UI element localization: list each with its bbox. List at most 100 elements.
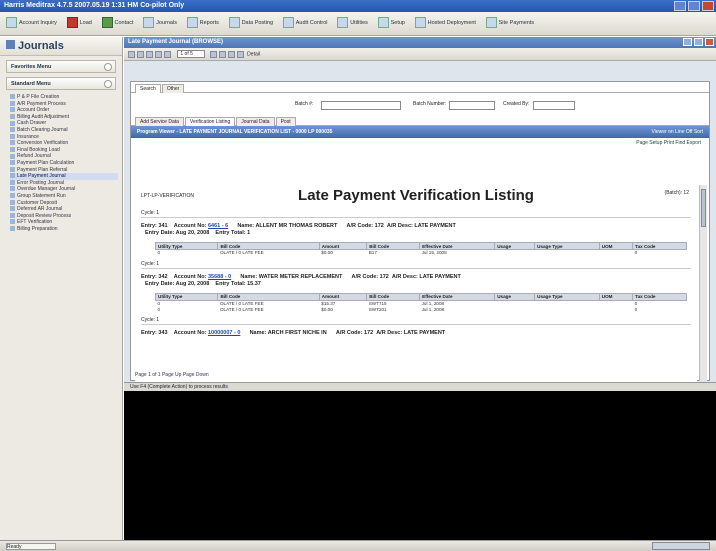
column-header: Amount bbox=[318, 242, 368, 250]
cycle-label: Cycle: 1 bbox=[141, 317, 691, 325]
batch-input[interactable] bbox=[321, 101, 401, 110]
close-icon[interactable] bbox=[705, 38, 714, 46]
entry-date-line bbox=[145, 337, 151, 343]
tree-item[interactable]: Payment Plan Calculation bbox=[10, 160, 118, 167]
entry-block: Entry: 342 Account No: 35688 - 0 Name: W… bbox=[141, 274, 691, 290]
favorites-menu[interactable]: Favorites Menu bbox=[6, 60, 116, 73]
standard-menu[interactable]: Standard Menu bbox=[6, 77, 116, 90]
report-body: LPT-LP-VERIFICATION Late Payment Verific… bbox=[135, 185, 697, 385]
account-link[interactable]: 35688 - 0 bbox=[208, 274, 231, 280]
report-pager[interactable]: Page 1 of 1 Page Up Page Down bbox=[135, 372, 209, 378]
tree-item[interactable]: Billing Audit Adjustment bbox=[10, 114, 118, 121]
column-header: Tax Code bbox=[632, 292, 687, 301]
document-icon bbox=[10, 127, 15, 133]
toolbar-hosted-deployment[interactable]: Hosted Deployment bbox=[412, 16, 479, 31]
print-icon[interactable] bbox=[155, 50, 162, 58]
entry-date-line: Entry Date: Aug 20, 2008 Entry Total: 1 bbox=[145, 230, 250, 236]
page-indicator[interactable]: 1 of 5 bbox=[177, 50, 206, 58]
collapse-icon[interactable] bbox=[104, 63, 112, 71]
tree-item[interactable]: EFT Verification bbox=[10, 219, 118, 226]
tree-item[interactable]: Final Booking Load bbox=[10, 147, 118, 154]
account-link[interactable]: 10000007 - 0 bbox=[208, 330, 240, 336]
report-tools[interactable]: Page Setup Print Find Export bbox=[131, 138, 709, 147]
batch-number-label: Batch Number: bbox=[413, 101, 447, 107]
tree-item[interactable]: A/R Payment Process bbox=[10, 101, 118, 108]
main-toolbar: Account Inquiry Load Contact Journals Re… bbox=[0, 12, 716, 36]
table-cell bbox=[495, 250, 535, 256]
first-page-icon[interactable] bbox=[128, 50, 135, 58]
tab-journal-data[interactable]: Journal Data bbox=[236, 117, 275, 126]
prev-page-icon[interactable] bbox=[137, 50, 144, 58]
toolbar-audit-control[interactable]: Audit Control bbox=[280, 16, 331, 31]
column-header: Bill Code bbox=[366, 292, 421, 301]
toolbar-reports[interactable]: Reports bbox=[184, 16, 222, 31]
tree-item[interactable]: Batch Clearing Journal bbox=[10, 127, 118, 134]
tree-item[interactable]: Deferred AR Journal bbox=[10, 206, 118, 213]
close-icon[interactable] bbox=[702, 1, 714, 11]
tree-item[interactable]: Late Payment Journal bbox=[10, 173, 118, 180]
column-header: Effective Date bbox=[419, 242, 496, 250]
maximize-icon[interactable] bbox=[694, 38, 703, 46]
minimize-icon[interactable] bbox=[683, 38, 692, 46]
entry-total: Entry Total: 1 bbox=[215, 230, 251, 236]
tab-post[interactable]: Post bbox=[275, 117, 296, 126]
tree-item[interactable]: Cash Drawer bbox=[10, 120, 118, 127]
toolbar-account-inquiry[interactable]: Account Inquiry bbox=[3, 16, 60, 31]
tree-item[interactable]: Error Posting Journal bbox=[10, 180, 118, 187]
toolbar-data-posting[interactable]: Data Posting bbox=[226, 16, 277, 31]
table-cell bbox=[599, 250, 632, 256]
toolbar-contact[interactable]: Contact bbox=[99, 16, 137, 31]
account-name: Name: ARCH FIRST NICHE IN bbox=[249, 330, 327, 336]
tab-verification-listing[interactable]: Verification Listing bbox=[184, 117, 236, 126]
column-header: Bill Code bbox=[366, 242, 421, 250]
tab-add-service-data[interactable]: Add Service Data bbox=[135, 117, 184, 126]
tree-item[interactable]: Overdue Manager Journal bbox=[10, 186, 118, 193]
ar-code: A/R Code: 172 bbox=[351, 273, 389, 280]
toolbar-site-payments[interactable]: Site Payments bbox=[483, 16, 537, 31]
tree-item[interactable]: Refund Journal bbox=[10, 153, 118, 160]
zoom-icon[interactable] bbox=[236, 50, 244, 58]
tree-item[interactable]: Group Statement Run bbox=[10, 193, 118, 200]
created-by-input[interactable] bbox=[533, 101, 575, 110]
journals-icon bbox=[143, 17, 155, 28]
collapse-icon[interactable] bbox=[104, 80, 112, 88]
tree-item[interactable]: Conversion Verification bbox=[10, 140, 118, 147]
tree-item[interactable]: Account Order bbox=[10, 107, 118, 114]
column-header: Effective Date bbox=[419, 292, 496, 301]
tree-item[interactable]: Customer Deposit bbox=[10, 200, 118, 207]
cycle-label: Cycle: 1 bbox=[141, 210, 691, 218]
table-cell: $0.00 bbox=[321, 250, 333, 256]
table-cell: 0 bbox=[157, 306, 161, 312]
maximize-icon[interactable] bbox=[688, 1, 700, 11]
tree-item[interactable]: Billing Preparation bbox=[10, 226, 118, 233]
save-icon[interactable] bbox=[146, 50, 153, 58]
document-icon bbox=[10, 193, 15, 199]
tab-search[interactable]: Search bbox=[135, 84, 161, 93]
column-header: UOM bbox=[598, 242, 634, 250]
entry-date-line: Entry Date: Aug 20, 2008 Entry Total: 15… bbox=[145, 281, 261, 287]
tree-item[interactable]: Payment Plan Referral bbox=[10, 167, 118, 174]
document-icon bbox=[10, 100, 15, 106]
toolbar-load[interactable]: Load bbox=[64, 16, 95, 31]
bottom-status-bar: Ready bbox=[0, 540, 716, 551]
last-page-icon[interactable] bbox=[218, 50, 226, 58]
batch-number-input[interactable] bbox=[449, 101, 495, 110]
journal-panel: Search Other Batch #: Batch Number: Creat… bbox=[130, 81, 710, 385]
report-scrollbar[interactable] bbox=[699, 185, 707, 381]
tree-item[interactable]: Deposit Review Process bbox=[10, 213, 118, 220]
next-page-icon[interactable] bbox=[209, 50, 217, 58]
tree-item[interactable]: Insurance bbox=[10, 134, 118, 141]
refresh-icon[interactable] bbox=[164, 50, 171, 58]
minimize-icon[interactable] bbox=[674, 1, 686, 11]
find-icon[interactable] bbox=[227, 50, 235, 58]
view-select[interactable]: Detail bbox=[247, 51, 260, 57]
account-link[interactable]: 6461 - 6 bbox=[208, 223, 228, 229]
toolbar-setup[interactable]: Setup bbox=[375, 16, 408, 31]
toolbar-utilities[interactable]: Utilities bbox=[334, 16, 371, 31]
toolbar-journals[interactable]: Journals bbox=[140, 16, 180, 31]
empty-pane bbox=[124, 391, 716, 540]
viewer-options[interactable]: Viewer on Line Off Sort bbox=[651, 129, 703, 135]
tree-item[interactable]: P & P File Creation bbox=[10, 94, 118, 101]
tab-other[interactable]: Other bbox=[161, 84, 185, 93]
scroll-thumb[interactable] bbox=[701, 189, 706, 227]
